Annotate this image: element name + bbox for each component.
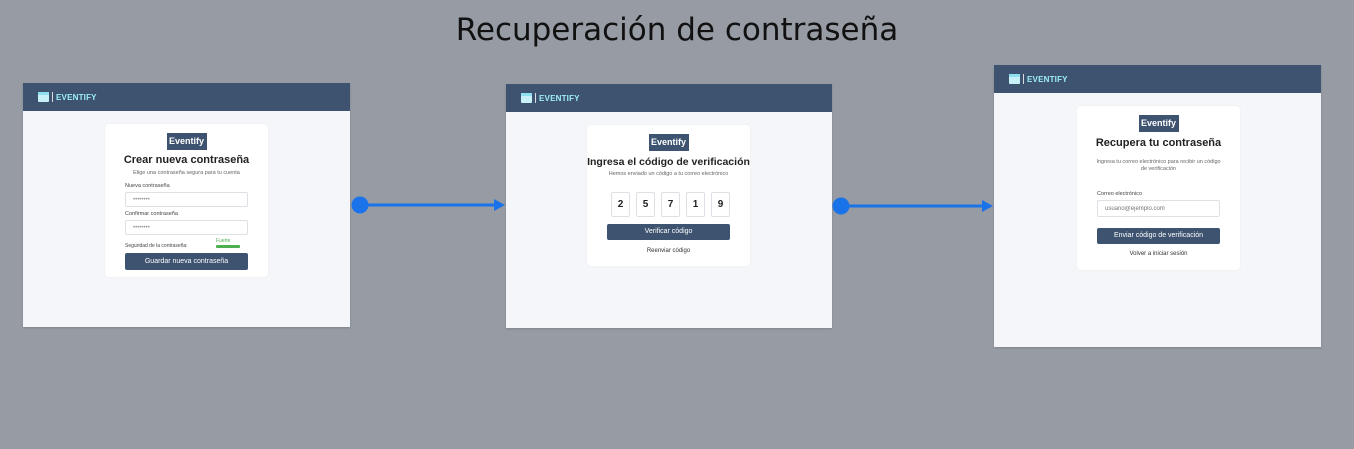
strength-bar-fill	[216, 245, 240, 248]
code-digit-4[interactable]: 1	[686, 192, 705, 217]
resend-code-link[interactable]: Reenviar código	[587, 248, 750, 254]
app-logo[interactable]: EVENTIFY	[1009, 74, 1068, 84]
code-digit-1[interactable]: 2	[611, 192, 630, 217]
card-subtitle: Hemos enviado un código a tu correo elec…	[608, 171, 729, 177]
code-digit-5[interactable]: 9	[711, 192, 730, 217]
confirm-password-label: Confirmar contraseña	[125, 211, 178, 217]
back-to-login-link[interactable]: Volver a iniciar sesión	[1077, 251, 1240, 257]
strength-value: Fuerte	[216, 238, 231, 244]
logo-divider	[535, 93, 536, 103]
page-title: Recuperación de contraseña	[455, 12, 899, 48]
confirm-password-field[interactable]: ••••••••	[125, 220, 248, 235]
card-title: Crear nueva contraseña	[123, 154, 250, 166]
card-title: Recupera tu contraseña	[1095, 137, 1222, 149]
app-logo[interactable]: EVENTIFY	[521, 93, 580, 103]
card-subtitle: Elige una contraseña segura para tu cuen…	[133, 170, 240, 176]
new-password-label: Nueva contraseña	[125, 183, 170, 189]
logo-text: EVENTIFY	[1027, 74, 1068, 84]
create-password-screen: EVENTIFY Eventify Crear nueva contraseña…	[23, 83, 350, 327]
email-field[interactable]	[1097, 200, 1220, 217]
logo-divider	[1023, 74, 1024, 84]
verify-code-button[interactable]: Verificar código	[607, 224, 730, 240]
logo-text: EVENTIFY	[56, 92, 97, 102]
top-navbar: EVENTIFY	[506, 84, 832, 112]
calendar-icon	[521, 93, 532, 103]
calendar-icon	[1009, 74, 1020, 84]
create-password-card: Eventify Crear nueva contraseña Elige un…	[105, 124, 268, 277]
recover-password-card: Eventify Recupera tu contraseña Ingresa …	[1077, 106, 1240, 270]
card-subtitle: Ingresa tu correo electrónico para recib…	[1096, 159, 1221, 172]
strength-label: Seguridad de la contraseña:	[125, 243, 188, 249]
recover-password-screen: EVENTIFY Eventify Recupera tu contraseña…	[994, 65, 1321, 347]
password-strength: Seguridad de la contraseña: Fuerte	[105, 237, 268, 251]
flow-arrow-2	[832, 197, 993, 215]
top-navbar: EVENTIFY	[23, 83, 350, 111]
top-navbar: EVENTIFY	[994, 65, 1321, 93]
new-password-field[interactable]: ••••••••	[125, 192, 248, 207]
strength-bar	[216, 245, 240, 248]
brand-badge: Eventify	[1138, 115, 1179, 132]
brand-badge: Eventify	[166, 133, 207, 150]
card-title: Ingresa el código de verificación	[587, 156, 750, 168]
verify-code-card: Eventify Ingresa el código de verificaci…	[587, 125, 750, 266]
email-label: Correo electrónico	[1097, 191, 1142, 197]
verify-code-screen: EVENTIFY Eventify Ingresa el código de v…	[506, 84, 832, 328]
code-digit-3[interactable]: 7	[661, 192, 680, 217]
app-logo[interactable]: EVENTIFY	[38, 92, 97, 102]
send-code-button[interactable]: Enviar código de verificación	[1097, 228, 1220, 244]
brand-badge: Eventify	[648, 134, 689, 151]
calendar-icon	[38, 92, 49, 102]
code-inputs: 2 5 7 1 9	[611, 192, 750, 217]
code-digit-2[interactable]: 5	[636, 192, 655, 217]
logo-divider	[52, 92, 53, 102]
logo-text: EVENTIFY	[539, 93, 580, 103]
flow-arrow-1	[351, 196, 505, 214]
save-password-button[interactable]: Guardar nueva contraseña	[125, 253, 248, 270]
